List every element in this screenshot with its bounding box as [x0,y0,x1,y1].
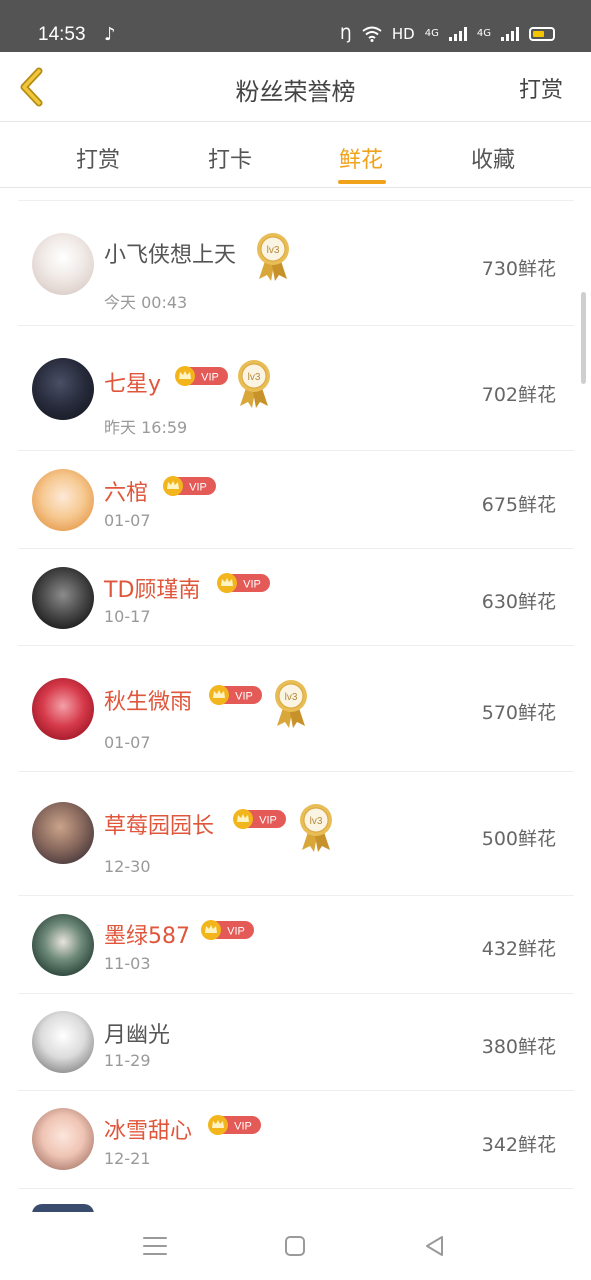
vip-badge: VIP [208,1115,261,1135]
svg-text:VIP: VIP [189,482,207,494]
level-medal-icon: lv3 [238,360,270,408]
avatar [32,358,94,420]
svg-text:VIP: VIP [234,1121,252,1133]
fan-time: 12-21 [104,1149,151,1168]
flower-amount: 702鲜花 [481,384,556,406]
flower-amount: 380鲜花 [481,1036,556,1058]
vip-badge: VIP [175,366,228,386]
svg-text:lv3: lv3 [248,372,261,383]
fan-name: 冰雪甜心 [104,1119,193,1144]
page-title: 粉丝荣誉榜 [235,78,356,106]
flower-amount: 500鲜花 [481,828,556,850]
list-item[interactable]: 冰雪甜心 VIP 12-21 342鲜花 [18,1091,574,1189]
svg-text:VIP: VIP [235,691,253,703]
triangle-back-icon[interactable] [421,1232,449,1260]
level-medal-icon: lv3 [257,233,289,281]
flower-amount: 432鲜花 [481,938,556,960]
fan-ranking-list: 小飞侠想上天 lv3 今天 00:43 730鲜花 七星y VIP lv3 昨天… [18,200,574,1189]
active-tab-indicator [338,180,386,184]
svg-text:lv3: lv3 [267,245,280,256]
list-item[interactable]: 墨绿587 VIP 11-03 432鲜花 [18,896,574,994]
flower-amount: 630鲜花 [481,591,556,613]
battery-icon [529,26,555,41]
app-header: 粉丝荣誉榜 打赏 [0,52,591,122]
tab-label: 收藏 [470,148,515,173]
fan-time: 01-07 [104,511,151,530]
tab-bar: 打赏 打卡 鲜花 收藏 [0,122,591,188]
svg-text:lv3: lv3 [310,816,323,827]
level-medal-icon: lv3 [275,680,307,728]
flower-amount: 342鲜花 [481,1134,556,1156]
avatar [32,1108,94,1170]
avatar [32,1011,94,1073]
tiktok-icon: ♪ [104,24,116,45]
svg-text:VIP: VIP [201,372,219,384]
tab-checkin[interactable]: 打卡 [180,142,280,174]
vip-badge: VIP [209,685,262,705]
fan-time: 01-07 [104,733,151,752]
tab-flowers[interactable]: 鲜花 [311,142,411,184]
status-icons: Ŋ HD 4G 4G [340,24,555,43]
signal-bars-icon [448,26,467,41]
list-item[interactable]: 草莓园园长 VIP lv3 12-30 500鲜花 [18,772,574,896]
vip-badge: VIP [201,920,254,940]
vip-badge: VIP [233,809,286,829]
avatar [32,469,94,531]
fan-name: 草莓园园长 [104,814,215,839]
fan-time: 今天 00:43 [104,293,188,312]
fan-name: 七星y [104,372,162,397]
fan-name: 秋生微雨 [104,690,193,715]
signal-4g-label-2: 4G [476,28,491,39]
list-item[interactable]: 七星y VIP lv3 昨天 16:59 702鲜花 [18,326,574,451]
square-home-icon[interactable] [281,1232,309,1260]
fan-time: 11-29 [104,1051,151,1070]
tab-label: 打卡 [207,148,252,173]
flower-amount: 570鲜花 [481,702,556,724]
list-item[interactable]: 秋生微雨 VIP lv3 01-07 570鲜花 [18,646,574,772]
fan-time: 昨天 16:59 [104,418,188,437]
avatar [32,914,94,976]
list-item[interactable]: 月幽光 11-29 380鲜花 [18,994,574,1091]
scrollbar[interactable] [581,292,586,384]
fan-time: 11-03 [104,954,151,973]
fan-time: 10-17 [104,607,151,626]
level-medal-icon: lv3 [300,804,332,852]
system-nav-bar [0,1212,591,1280]
fan-name: 六棺 [104,481,149,506]
hd-label: HD [391,24,415,43]
fan-name: TD顾瑾南 [104,578,201,603]
svg-text:VIP: VIP [243,579,261,591]
avatar [32,233,94,295]
nfc-icon: Ŋ [339,24,352,43]
wifi-icon [362,26,382,42]
tab-label: 鲜花 [338,148,383,173]
reward-button[interactable]: 打赏 [519,72,563,104]
flower-amount: 730鲜花 [481,258,556,280]
signal-bars-icon-2 [501,26,519,41]
tab-favorites[interactable]: 收藏 [443,142,543,174]
list-item[interactable]: 六棺 VIP 01-07 675鲜花 [18,451,574,549]
fan-name: 小飞侠想上天 [104,243,237,268]
tab-label: 打赏 [75,148,120,173]
svg-text:VIP: VIP [259,815,277,827]
fan-name: 墨绿587 [104,924,190,949]
signal-4g-label-1: 4G [424,28,439,39]
svg-text:lv3: lv3 [285,692,298,703]
vip-badge: VIP [163,476,216,496]
avatar [32,678,94,740]
status-bar: 14:53 ♪ Ŋ HD 4G 4G [0,0,591,52]
fan-time: 12-30 [104,857,151,876]
flower-amount: 675鲜花 [481,494,556,516]
list-item[interactable]: 小飞侠想上天 lv3 今天 00:43 730鲜花 [18,201,574,326]
list-item[interactable]: TD顾瑾南 VIP 10-17 630鲜花 [18,549,574,646]
status-time: 14:53 [38,24,86,45]
svg-text:VIP: VIP [227,926,245,938]
avatar [32,567,94,629]
menu-icon[interactable] [141,1232,169,1260]
vip-badge: VIP [217,573,270,593]
avatar [32,802,94,864]
tab-reward[interactable]: 打赏 [48,142,148,174]
fan-name: 月幽光 [104,1023,171,1048]
